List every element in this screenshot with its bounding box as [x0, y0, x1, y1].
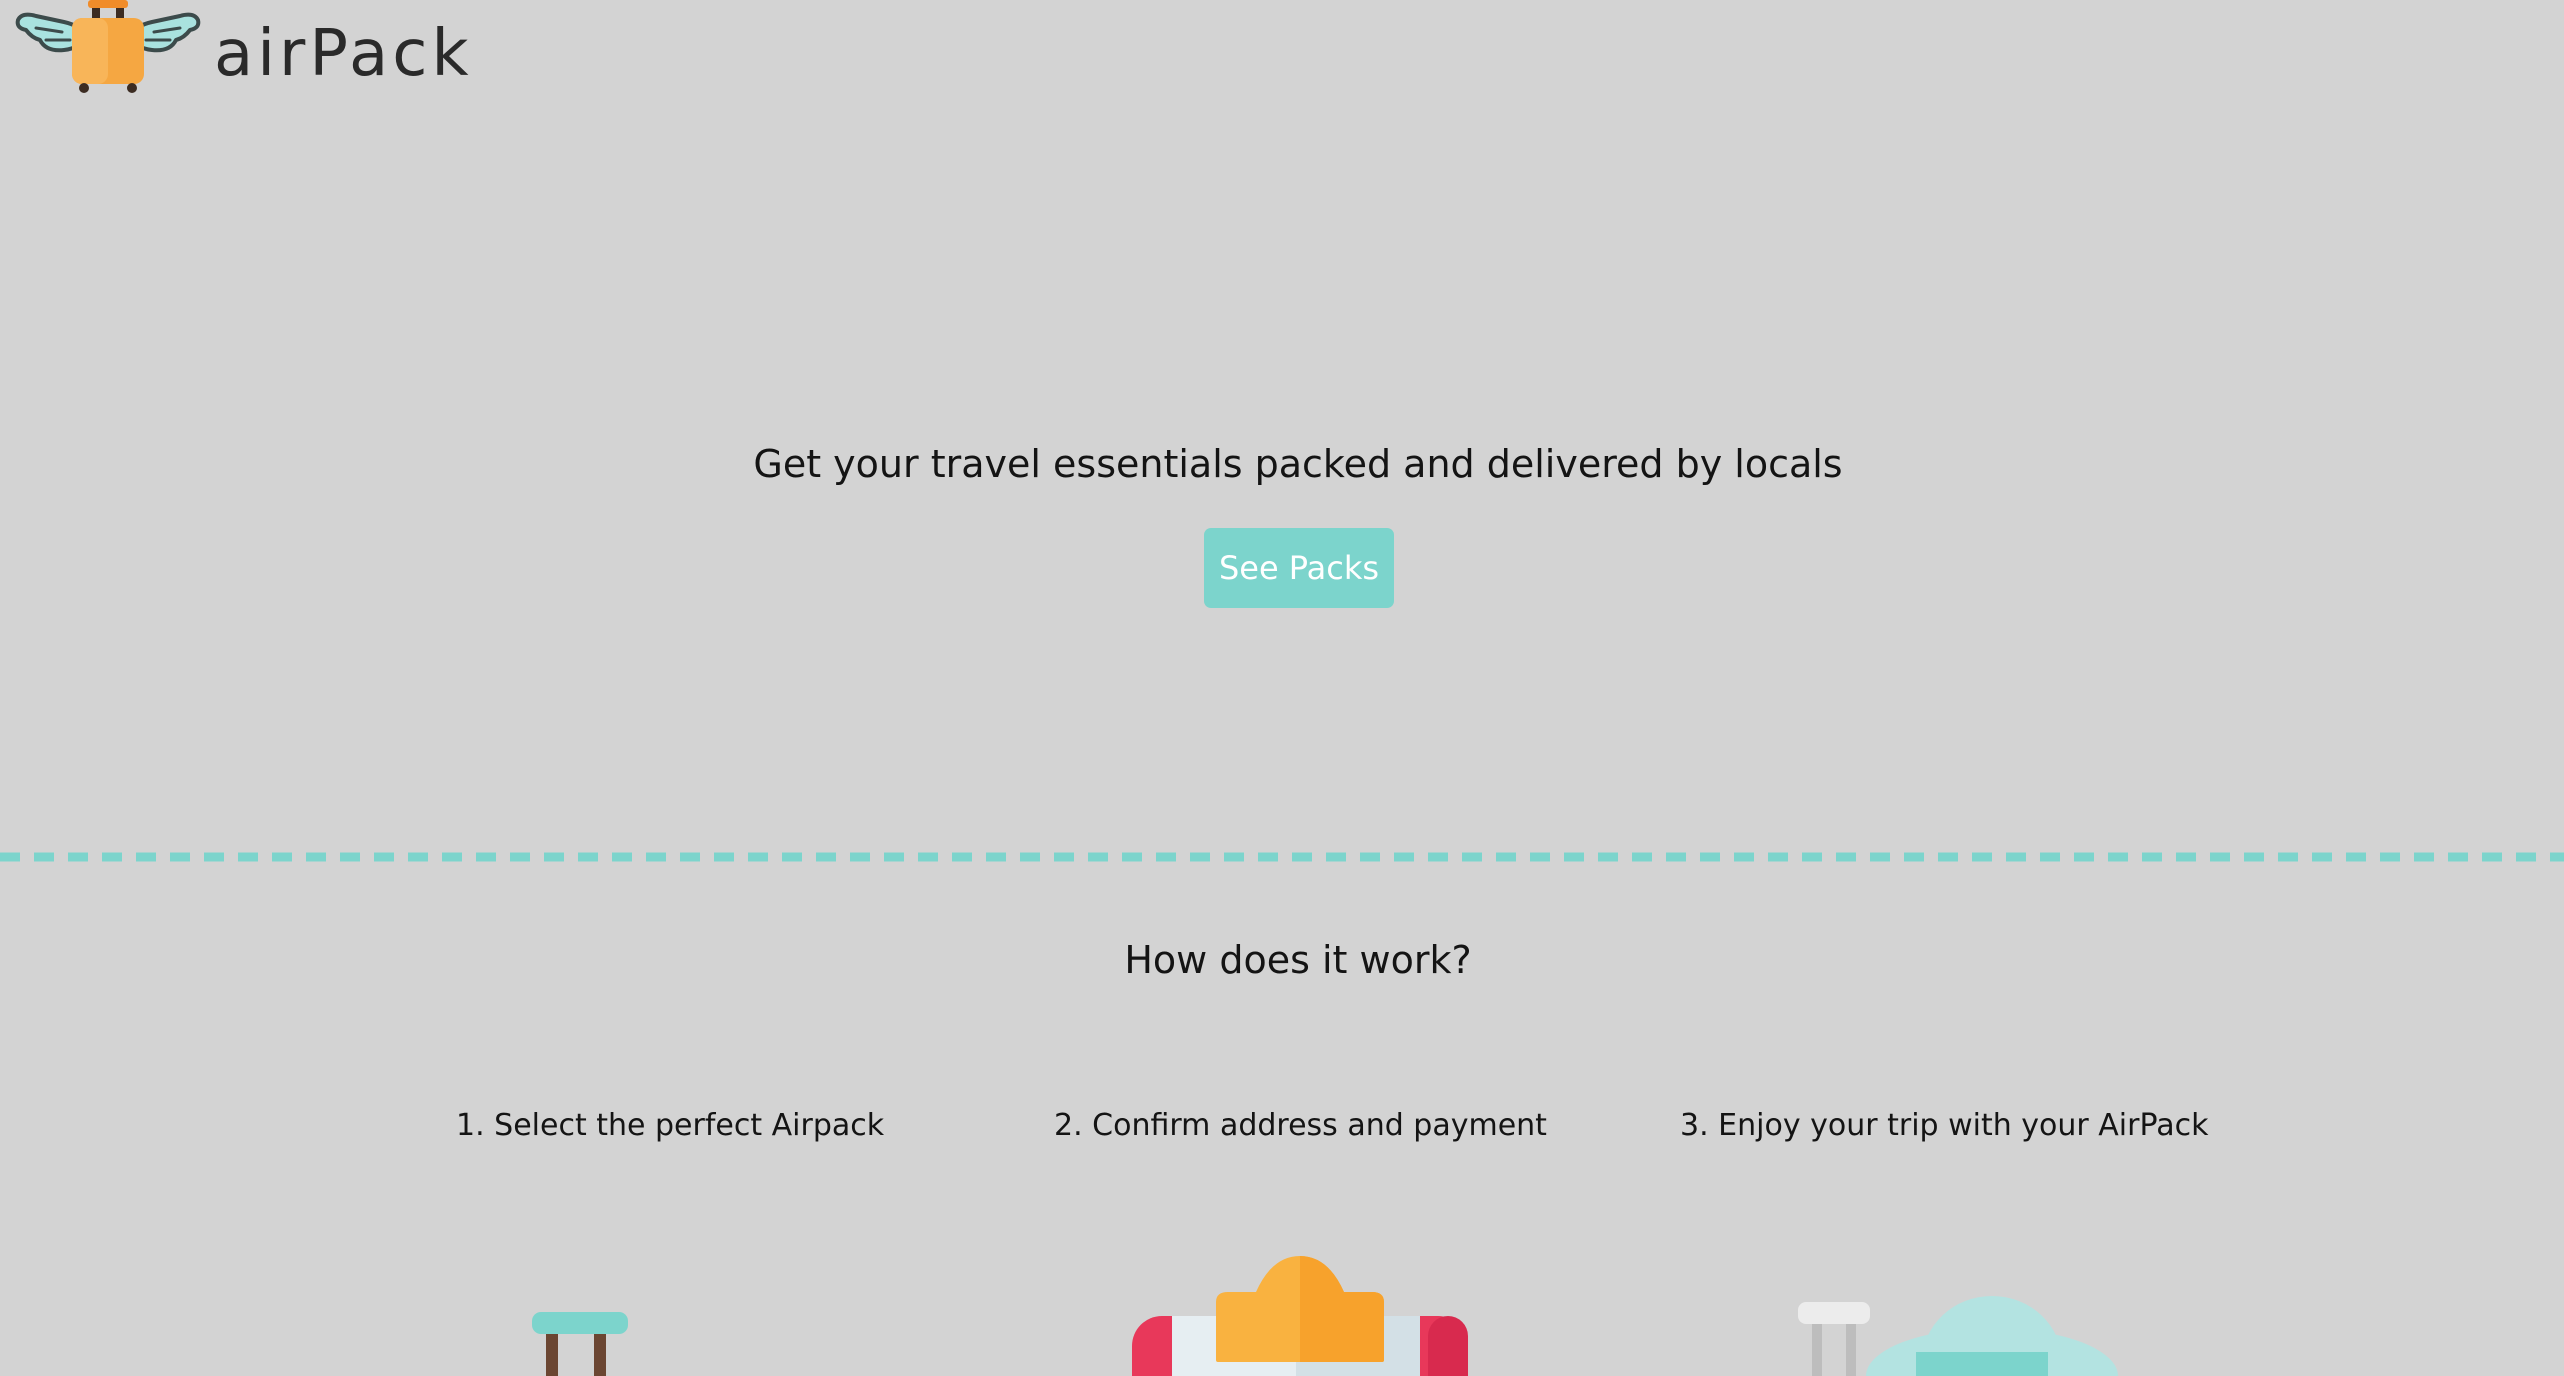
step-3-label: 3. Enjoy your trip with your AirPack [1680, 1108, 2209, 1143]
how-it-works-title: How does it work? [1124, 938, 1472, 982]
see-packs-button[interactable]: See Packs [1204, 528, 1394, 608]
step-1-label: 1. Select the perfect Airpack [456, 1108, 885, 1143]
travel-hat-icon [1798, 1296, 2118, 1376]
hero-tagline: Get your travel essentials packed and de… [753, 442, 1843, 486]
hero-section: Get your travel essentials packed and de… [0, 0, 2564, 860]
luggage-cart-icon [532, 1312, 628, 1376]
section-divider [0, 852, 2564, 862]
step-2-label: 2. Confirm address and payment [1054, 1108, 1547, 1143]
package-icon [1132, 1256, 1468, 1376]
